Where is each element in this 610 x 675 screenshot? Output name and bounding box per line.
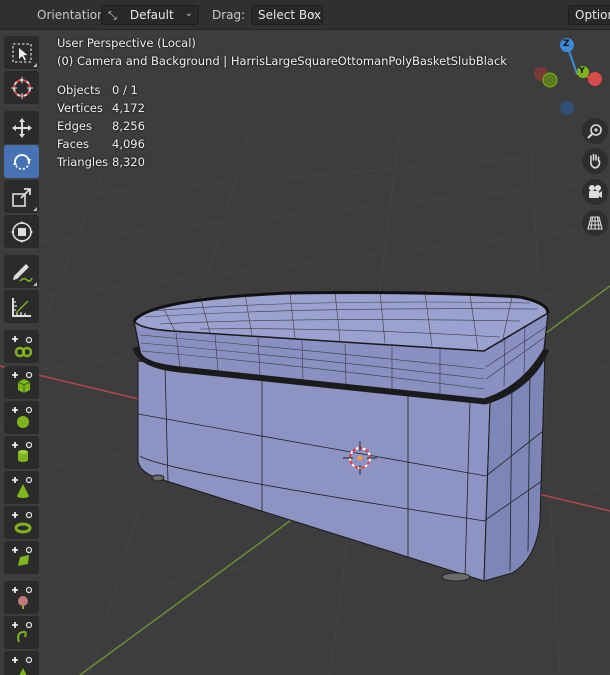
- pencil-icon: [12, 263, 33, 282]
- move-tool[interactable]: [4, 111, 39, 144]
- stat-value: 4,172: [112, 101, 145, 115]
- scale-icon: [11, 187, 31, 207]
- add-monkey-icon: [11, 586, 32, 609]
- gizmo-neg-y[interactable]: [542, 72, 558, 88]
- view-name: User Perspective (Local): [57, 36, 196, 50]
- header-bar: Orientation: ⤡ Default ⌄ Drag: Select Bo…: [0, 0, 610, 30]
- orientation-dropdown[interactable]: ⤡ Default ⌄: [101, 5, 199, 25]
- stat-value: 0 / 1: [112, 83, 138, 97]
- add-object-tool[interactable]: [4, 651, 39, 675]
- annotate-tool[interactable]: [4, 255, 39, 288]
- stat-value: 8,320: [112, 155, 145, 169]
- move-icon: [11, 117, 32, 138]
- stat-label: Triangles: [57, 155, 109, 169]
- add-torus-icon: [11, 335, 32, 357]
- grid-perspective-icon: [587, 216, 603, 230]
- measure-tool[interactable]: [4, 290, 39, 323]
- options-dropdown[interactable]: Options: [568, 5, 610, 25]
- scale-tool[interactable]: [4, 180, 39, 213]
- perspective-toggle-button[interactable]: [582, 210, 608, 236]
- ruler-icon: [11, 297, 31, 317]
- orientation-label: Orientation:: [37, 8, 109, 22]
- gizmo-y-label: Y: [579, 66, 585, 75]
- stat-label: Edges: [57, 119, 92, 133]
- hand-icon: [590, 153, 601, 169]
- add-wedge-icon: [11, 546, 32, 566]
- collection-info: (0) Camera and Background | HarrisLargeS…: [57, 54, 507, 68]
- add-ring-icon: [11, 511, 32, 533]
- add-cube-icon: [11, 371, 32, 393]
- camera-icon: [589, 185, 602, 198]
- drag-label: Drag:: [212, 8, 246, 22]
- zoom-button[interactable]: [582, 118, 608, 144]
- add-curve-tool[interactable]: [4, 616, 39, 649]
- stat-label: Objects: [57, 83, 101, 97]
- add-cylinder-icon: [11, 441, 32, 462]
- transform-tool[interactable]: [4, 215, 39, 248]
- add-cube-tool[interactable]: [4, 366, 39, 399]
- chevron-down-icon: ⌄: [308, 8, 317, 19]
- options-label: Options: [575, 8, 610, 22]
- add-cube-tool[interactable]: [4, 330, 39, 363]
- add-sphere-tool[interactable]: [4, 401, 39, 434]
- gizmo-neg-z[interactable]: [560, 101, 574, 115]
- ottoman-mesh: [132, 291, 550, 582]
- cursor-tool[interactable]: [4, 71, 39, 104]
- orientation-value: Default: [129, 8, 174, 22]
- select-box-icon: [11, 42, 32, 63]
- orientation-icon: ⤡: [108, 9, 117, 22]
- 3d-viewport[interactable]: Z Y User Perspective (Local) (0) Camera …: [0, 31, 610, 675]
- cursor-icon: [10, 76, 33, 99]
- add-cone-icon: [11, 476, 32, 498]
- navigation-gizmo[interactable]: [534, 38, 602, 115]
- gizmo-z-label: Z: [563, 39, 570, 49]
- add-torus-tool[interactable]: [4, 506, 39, 539]
- chevron-down-icon: ⌄: [184, 8, 193, 19]
- stat-label: Vertices: [57, 101, 103, 115]
- rotate-icon: [12, 153, 31, 170]
- gizmo-x[interactable]: [588, 72, 602, 86]
- stat-value: 4,096: [112, 137, 145, 151]
- add-cone-tool[interactable]: [4, 471, 39, 504]
- drag-dropdown[interactable]: Select Box ⌄: [251, 5, 323, 25]
- zoom-icon: [587, 124, 602, 139]
- stat-label: Faces: [57, 137, 89, 151]
- stat-value: 8,256: [112, 119, 145, 133]
- pan-button[interactable]: [582, 148, 608, 174]
- transform-icon: [10, 220, 33, 243]
- camera-view-button[interactable]: [582, 179, 608, 205]
- add-cylinder-tool[interactable]: [4, 436, 39, 469]
- add-monkey-tool[interactable]: [4, 581, 39, 614]
- add-sphere-icon: [11, 406, 32, 428]
- add-curve-icon: [11, 621, 32, 642]
- rotate-tool[interactable]: [4, 145, 39, 178]
- select-box-tool[interactable]: [4, 36, 39, 69]
- add-object-icon: [11, 656, 32, 675]
- add-wedge-tool[interactable]: [4, 541, 39, 574]
